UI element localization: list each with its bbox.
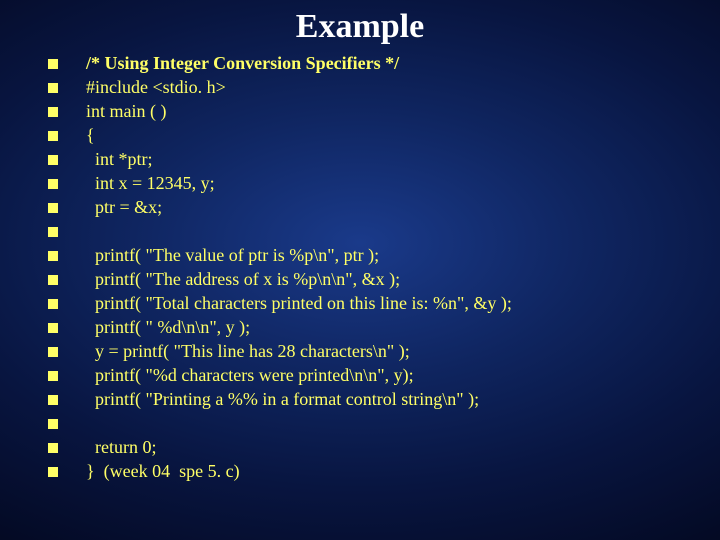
code-line: printf( " %d\n\n", y ); [48,316,700,340]
code-line: int x = 12345, y; [48,172,700,196]
code-line: printf( "The address of x is %p\n\n", &x… [48,268,700,292]
code-text: printf( "The address of x is %p\n\n", &x… [86,268,700,291]
bullet-icon [48,299,58,309]
bullet-icon [48,371,58,381]
code-text: int x = 12345, y; [86,172,700,195]
code-text: } (week 04 spe 5. c) [86,460,700,483]
bullet-icon [48,395,58,405]
bullet-icon [48,467,58,477]
code-line: y = printf( "This line has 28 characters… [48,340,700,364]
bullet-icon [48,59,58,69]
code-line: } (week 04 spe 5. c) [48,460,700,484]
code-text: ptr = &x; [86,196,700,219]
code-line: printf( "Total characters printed on thi… [48,292,700,316]
bullet-icon [48,419,58,429]
bullet-icon [48,227,58,237]
bullet-icon [48,155,58,165]
bullet-icon [48,443,58,453]
code-line: ptr = &x; [48,196,700,220]
slide-title: Example [0,0,720,52]
bullet-icon [48,179,58,189]
code-line: { [48,124,700,148]
bullet-icon [48,347,58,357]
bullet-icon [48,323,58,333]
code-text: { [86,124,700,147]
code-line: printf( "The value of ptr is %p\n", ptr … [48,244,700,268]
code-line: return 0; [48,436,700,460]
code-text: /* Using Integer Conversion Specifiers *… [86,52,700,75]
code-line [48,412,700,436]
code-line: /* Using Integer Conversion Specifiers *… [48,52,700,76]
slide: Example /* Using Integer Conversion Spec… [0,0,720,540]
code-text: printf( "The value of ptr is %p\n", ptr … [86,244,700,267]
code-line: printf( "%d characters were printed\n\n"… [48,364,700,388]
code-line: int *ptr; [48,148,700,172]
bullet-icon [48,107,58,117]
code-text: y = printf( "This line has 28 characters… [86,340,700,363]
bullet-icon [48,203,58,213]
code-text: return 0; [86,436,700,459]
code-text: printf( "%d characters were printed\n\n"… [86,364,700,387]
code-text: printf( "Printing a %% in a format contr… [86,388,700,411]
code-text: printf( " %d\n\n", y ); [86,316,700,339]
code-line: #include <stdio. h> [48,76,700,100]
bullet-icon [48,131,58,141]
bullet-icon [48,83,58,93]
code-line: int main ( ) [48,100,700,124]
code-text: int *ptr; [86,148,700,171]
code-line [48,220,700,244]
code-line: printf( "Printing a %% in a format contr… [48,388,700,412]
code-text: #include <stdio. h> [86,76,700,99]
code-text: printf( "Total characters printed on thi… [86,292,700,315]
bullet-icon [48,251,58,261]
bullet-icon [48,275,58,285]
slide-content: /* Using Integer Conversion Specifiers *… [0,52,720,484]
code-text: int main ( ) [86,100,700,123]
